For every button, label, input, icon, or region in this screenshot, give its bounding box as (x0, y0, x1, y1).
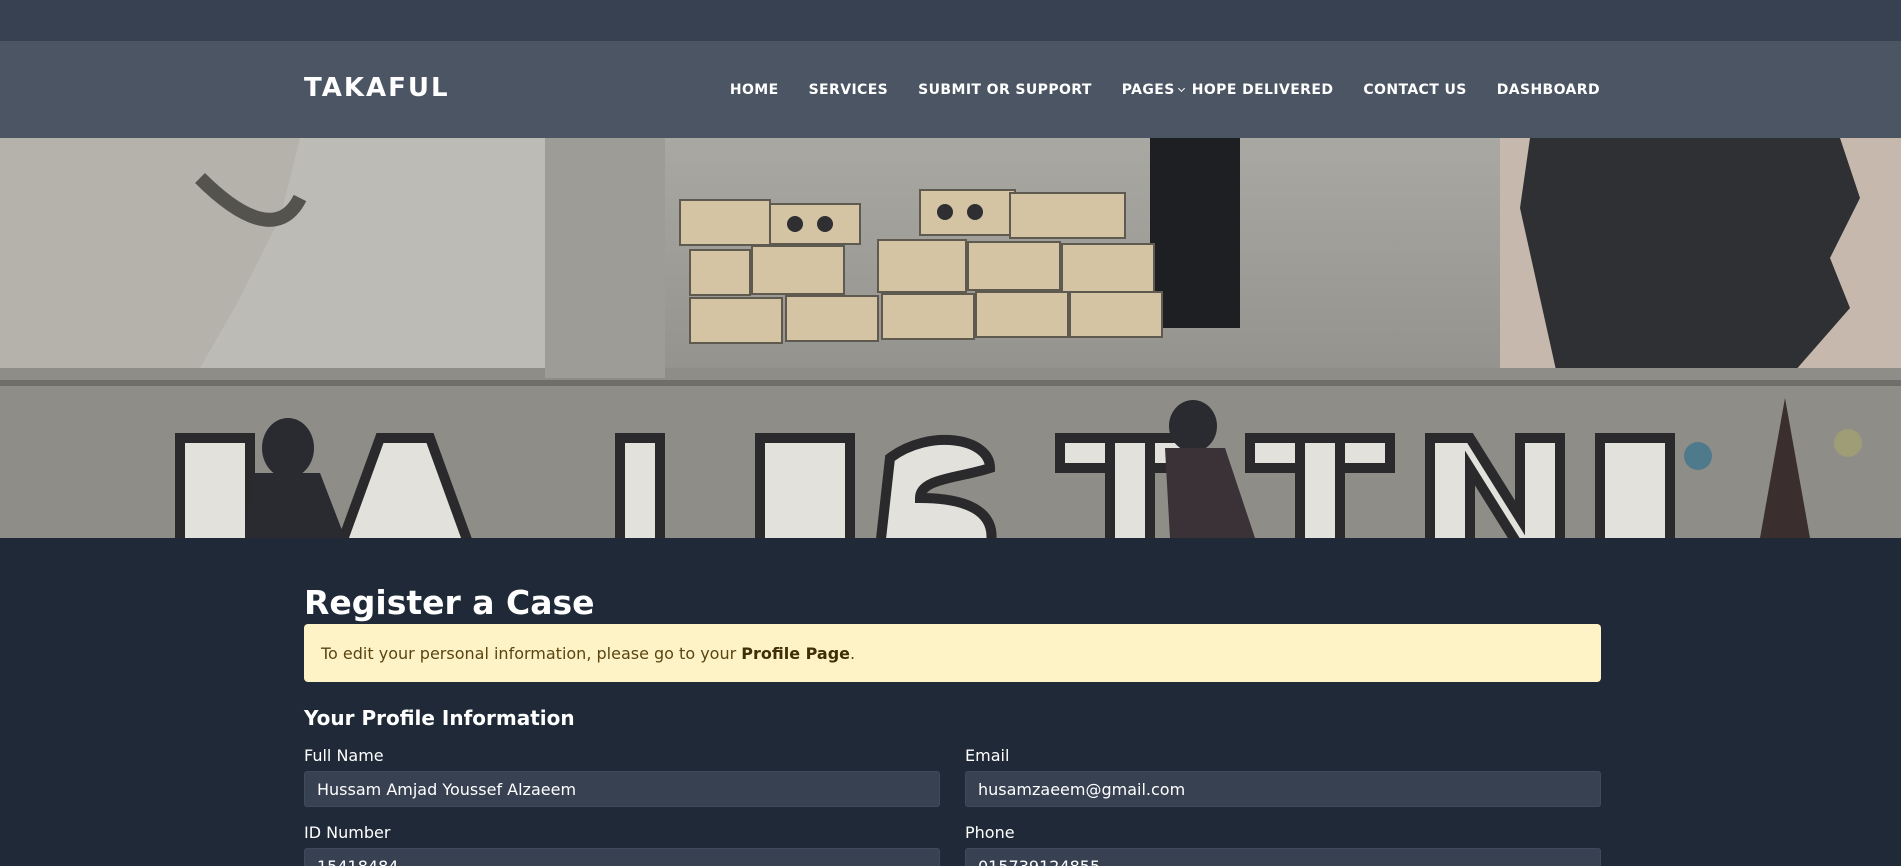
nav-home[interactable]: HOME (730, 82, 779, 98)
chevron-down-icon (1177, 84, 1185, 93)
email-field: Email husamzaeem@gmail.com (965, 746, 1601, 807)
phone-field: Phone 015739124855 (965, 823, 1601, 866)
nav-hope-delivered[interactable]: HOPE DELIVERED (1192, 82, 1334, 98)
hero-photo (0, 138, 1901, 538)
full-name-field: Full Name Hussam Amjad Youssef Alzaeem (304, 746, 940, 807)
phone-input[interactable]: 015739124855 (965, 848, 1601, 866)
nav-submit-or-support[interactable]: SUBMIT OR SUPPORT (918, 82, 1092, 98)
full-name-input[interactable]: Hussam Amjad Youssef Alzaeem (304, 771, 940, 807)
nav-services[interactable]: SERVICES (809, 82, 889, 98)
email-label: Email (965, 746, 1010, 765)
profile-page-link[interactable]: Profile Page (741, 644, 850, 663)
id-number-field: ID Number 15418484 (304, 823, 940, 866)
nav-pages-label: PAGES (1121, 82, 1175, 98)
nav-contact-us[interactable]: CONTACT US (1363, 82, 1466, 98)
nav-dashboard[interactable]: DASHBOARD (1497, 82, 1600, 98)
top-strip (0, 0, 1901, 41)
profile-notice: To edit your personal information, pleas… (304, 624, 1601, 682)
id-number-label: ID Number (304, 823, 391, 842)
main-nav: HOME SERVICES SUBMIT OR SUPPORT PAGES HO… (730, 82, 1600, 98)
navbar: TAKAFUL HOME SERVICES SUBMIT OR SUPPORT … (0, 41, 1901, 138)
page-title: Register a Case (304, 583, 595, 622)
phone-label: Phone (965, 823, 1015, 842)
nav-pages-dropdown[interactable]: PAGES (1121, 82, 1185, 98)
hero-image (0, 138, 1901, 538)
email-input[interactable]: husamzaeem@gmail.com (965, 771, 1601, 807)
profile-section-title: Your Profile Information (304, 706, 575, 730)
full-name-label: Full Name (304, 746, 384, 765)
site-logo[interactable]: TAKAFUL (304, 73, 450, 103)
notice-text: To edit your personal information, pleas… (321, 643, 742, 663)
notice-period: . (850, 643, 856, 663)
id-number-input[interactable]: 15418484 (304, 848, 940, 866)
